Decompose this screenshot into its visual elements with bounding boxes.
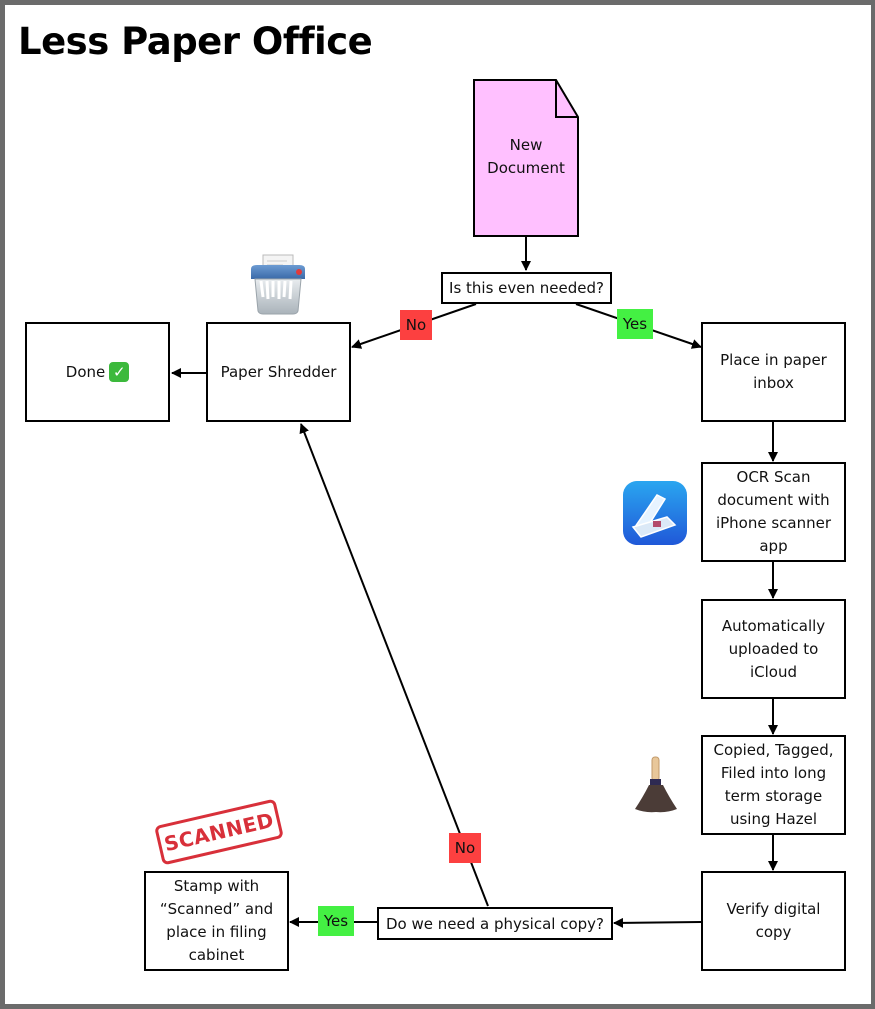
- label-no-top: No: [400, 310, 432, 340]
- scanner-app-icon: [623, 481, 687, 545]
- hazel-broom-icon: [635, 756, 677, 813]
- node-decision-physical: Do we need a physical copy?: [377, 907, 613, 940]
- label-no-bottom: No: [449, 833, 481, 863]
- check-icon: ✓: [109, 362, 130, 382]
- shredder-icon: [251, 254, 305, 315]
- node-paper-shredder: Paper Shredder: [206, 322, 351, 422]
- node-hazel: Copied, Tagged, Filed into long term sto…: [701, 735, 846, 835]
- node-decision-needed: Is this even needed?: [441, 272, 612, 304]
- node-ocr-scan: OCR Scan document with iPhone scanner ap…: [701, 462, 846, 562]
- label-yes-top: Yes: [617, 309, 653, 339]
- node-new-document: New Document: [487, 136, 565, 177]
- arrow-verify-to-decision: [613, 917, 702, 928]
- label-yes-bottom: Yes: [318, 906, 354, 936]
- node-verify: Verify digital copy: [701, 871, 846, 971]
- done-text: Done: [65, 362, 106, 381]
- node-done: Done ✓: [25, 322, 170, 422]
- node-stamp: Stamp with “Scanned” and place in filing…: [144, 871, 289, 971]
- node-paper-inbox: Place in paper inbox: [701, 322, 846, 422]
- node-icloud-upload: Automatically uploaded to iCloud: [701, 599, 846, 699]
